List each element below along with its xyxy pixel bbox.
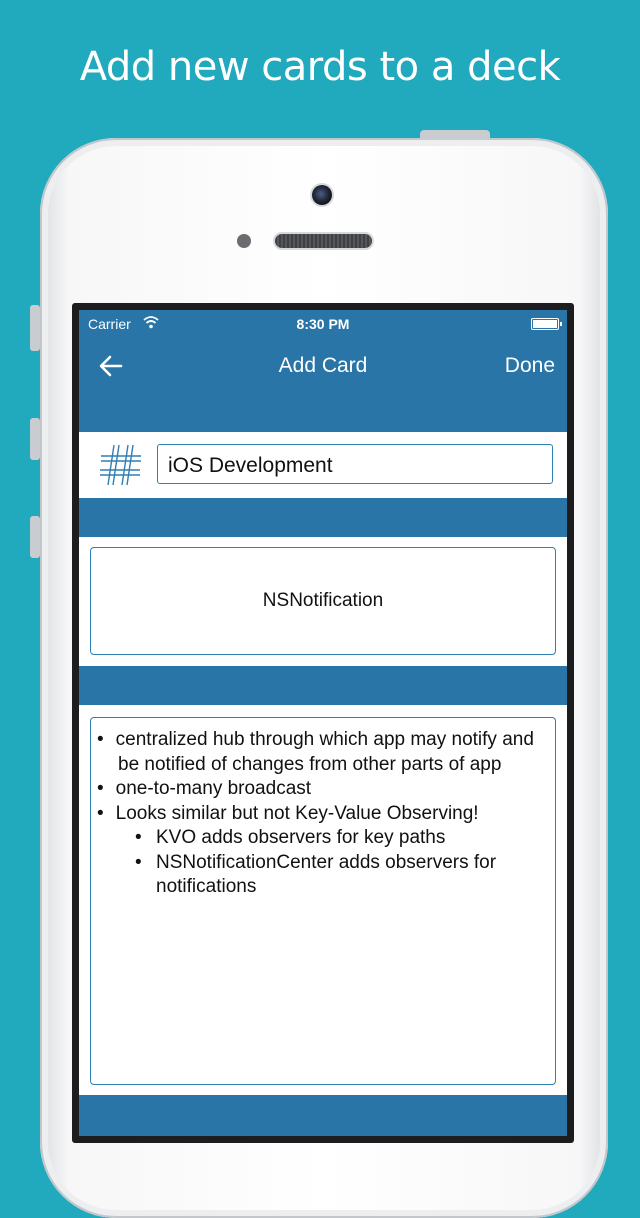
battery-icon [531,318,562,330]
status-bar: Carrier 8:30 PM [79,310,567,338]
volume-down-button [30,516,40,558]
page-title: Add Card [278,354,368,377]
card-form: iOS Development NSNotification centraliz… [79,394,567,1136]
list-item: one-to-many broadcast [97,777,549,802]
front-camera [312,185,332,205]
power-button [420,130,490,140]
list-item: NSNotificationCenter adds observers for … [135,851,549,900]
list-item: centralized hub through which app may no… [97,728,549,777]
list-item: Looks similar but not Key-Value Observin… [97,802,549,827]
card-front-field[interactable]: NSNotification [90,547,556,655]
deck-row: iOS Development [79,432,567,498]
back-bullet-list: centralized hub through which app may no… [97,728,549,900]
app-screen: Carrier 8:30 PM Add Card Done iOS Develo… [79,310,567,1136]
list-item: KVO adds observers for key paths [135,826,549,851]
front-row: NSNotification [79,537,567,666]
earpiece-speaker [275,234,372,248]
navigation-bar: Add Card Done [79,338,567,394]
promo-headline: Add new cards to a deck [79,44,561,90]
done-button[interactable]: Done [505,354,555,378]
volume-up-button [30,418,40,460]
back-row: centralized hub through which app may no… [79,705,567,1095]
mute-switch [30,305,40,351]
card-back-field[interactable]: centralized hub through which app may no… [90,717,556,1085]
clock: 8:30 PM [296,316,350,332]
proximity-sensor [237,234,251,248]
deck-name-input[interactable]: iOS Development [157,444,553,484]
hashtag-icon [100,444,141,486]
